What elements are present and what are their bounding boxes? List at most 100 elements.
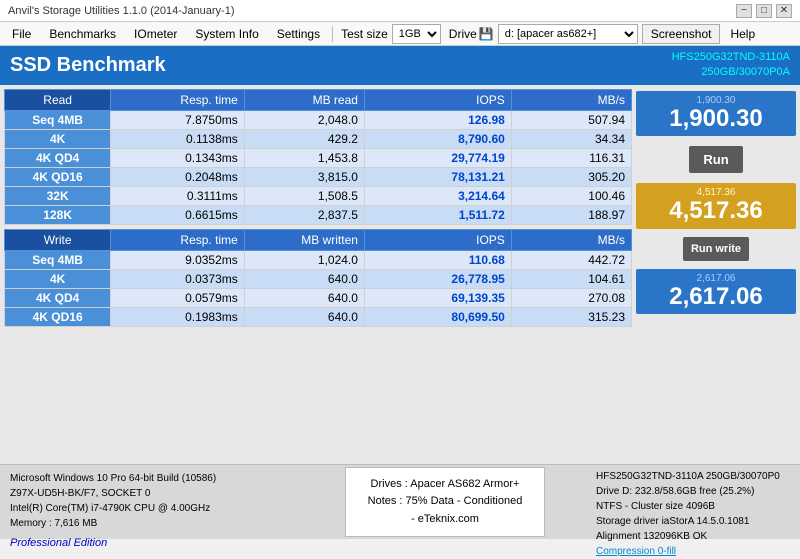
read-header-mb: MB read [244,89,364,110]
write-row-mb: 640.0 [244,269,364,288]
right-line1: HFS250G32TND-3110A 250GB/30070P0 [596,469,794,484]
app-header-title: SSD Benchmark [10,54,166,77]
read-header-iops: IOPS [364,89,511,110]
menu-iometer[interactable]: IOmeter [126,25,185,43]
run-button[interactable]: Run [689,146,742,173]
read-table-row: 32K 0.3111ms 1,508.5 3,214.64 100.46 [5,186,632,205]
drives-line1: Drives : Apacer AS682 Armor+ [360,476,530,494]
bottom-left: Microsoft Windows 10 Pro 64-bit Build (1… [0,465,300,539]
main-content: SSD Benchmark HFS250G32TND-3110A 250GB/3… [0,46,800,539]
menu-bar: File Benchmarks IOmeter System Info Sett… [0,22,800,46]
read-table: Read Resp. time MB read IOPS MB/s Seq 4M… [4,89,632,225]
read-row-resp: 0.2048ms [111,167,245,186]
read-score-big: 1,900.30 [642,106,790,132]
write-table-row: 4K QD16 0.1983ms 640.0 80,699.50 315.23 [5,307,632,326]
screenshot-button[interactable]: Screenshot [642,24,721,44]
read-row-label: 4K QD16 [5,167,111,186]
sys-line4: Memory : 7,616 MB [10,516,290,531]
write-table-row: 4K QD4 0.0579ms 640.0 69,139.35 270.08 [5,288,632,307]
read-row-mb: 3,815.0 [244,167,364,186]
read-row-mbs: 34.34 [511,129,631,148]
right-line2: Drive D: 232.8/58.6GB free (25.2%) [596,484,794,499]
read-header-resp: Resp. time [111,89,245,110]
read-table-row: 4K QD4 0.1343ms 1,453.8 29,774.19 116.31 [5,148,632,167]
write-row-mbs: 104.61 [511,269,631,288]
window-controls: − □ ✕ [736,4,792,18]
write-row-label: 4K QD4 [5,288,111,307]
minimize-button[interactable]: − [736,4,752,18]
read-row-mbs: 507.94 [511,110,631,129]
read-row-resp: 0.6615ms [111,205,245,224]
drive-icon: 💾 [479,27,494,41]
read-row-resp: 0.3111ms [111,186,245,205]
run-write-row: Run write [636,235,796,263]
read-header-mbs: MB/s [511,89,631,110]
write-row-label: Seq 4MB [5,250,111,269]
menu-settings[interactable]: Settings [269,25,328,43]
total-score-box: 4,517.36 4,517.36 [636,183,796,228]
read-table-row: 128K 0.6615ms 2,837.5 1,511.72 188.97 [5,205,632,224]
read-row-label: 128K [5,205,111,224]
read-row-resp: 0.1343ms [111,148,245,167]
write-score-small: 2,617.06 [642,273,790,284]
write-row-label: 4K [5,269,111,288]
read-row-iops: 126.98 [364,110,511,129]
menu-file[interactable]: File [4,25,39,43]
read-row-mb: 429.2 [244,129,364,148]
maximize-button[interactable]: □ [756,4,772,18]
right-line6: Compression 0-fill [596,544,794,559]
menu-help[interactable]: Help [722,25,763,43]
drives-line2: Notes : 75% Data - Conditioned [360,493,530,511]
sys-line2: Z97X-UD5H-BK/F7, SOCKET 0 [10,486,290,501]
write-row-mb: 640.0 [244,288,364,307]
content-area: Read Resp. time MB read IOPS MB/s Seq 4M… [0,85,800,464]
read-row-label: 4K [5,129,111,148]
read-row-mbs: 305.20 [511,167,631,186]
write-header-mbs: MB/s [511,229,631,250]
read-row-iops: 78,131.21 [364,167,511,186]
read-row-iops: 8,790.60 [364,129,511,148]
testsize-select[interactable]: 1GB [392,24,441,44]
drive-line2: 250GB/30070P0A [672,65,790,80]
write-row-mbs: 270.08 [511,288,631,307]
table-area: Read Resp. time MB read IOPS MB/s Seq 4M… [4,89,632,460]
right-panel: 1,900.30 1,900.30 Run 4,517.36 4,517.36 … [636,89,796,460]
read-row-mbs: 100.46 [511,186,631,205]
write-score-box: 2,617.06 2,617.06 [636,269,796,314]
write-row-resp: 0.0579ms [111,288,245,307]
write-header-mb: MB written [244,229,364,250]
read-row-label: 32K [5,186,111,205]
write-row-mb: 640.0 [244,307,364,326]
read-row-iops: 3,214.64 [364,186,511,205]
read-row-resp: 0.1138ms [111,129,245,148]
sys-line3: Intel(R) Core(TM) i7-4790K CPU @ 4.00GHz [10,501,290,516]
read-table-row: 4K QD16 0.2048ms 3,815.0 78,131.21 305.2… [5,167,632,186]
read-table-row: 4K 0.1138ms 429.2 8,790.60 34.34 [5,129,632,148]
right-line3: NTFS - Cluster size 4096B [596,499,794,514]
right-line5: Alignment 132096KB OK [596,529,794,544]
title-bar: Anvil's Storage Utilities 1.1.0 (2014-Ja… [0,0,800,22]
read-row-label: Seq 4MB [5,110,111,129]
write-row-resp: 9.0352ms [111,250,245,269]
write-header-iops: IOPS [364,229,511,250]
compression-link[interactable]: Compression 0-fill [596,546,676,557]
read-row-mbs: 116.31 [511,148,631,167]
sys-line1: Microsoft Windows 10 Pro 64-bit Build (1… [10,471,290,486]
drive-select[interactable]: d: [apacer as682+] [498,24,638,44]
drive-line1: HFS250G32TND-3110A [672,50,790,65]
bottom-right: HFS250G32TND-3110A 250GB/30070P0 Drive D… [590,465,800,539]
close-button[interactable]: ✕ [776,4,792,18]
menu-sysinfo[interactable]: System Info [187,25,266,43]
write-row-iops: 26,778.95 [364,269,511,288]
drives-line3: - eTeknix.com [360,511,530,529]
write-row-mb: 1,024.0 [244,250,364,269]
bottom-area: Microsoft Windows 10 Pro 64-bit Build (1… [0,464,800,539]
read-row-label: 4K QD4 [5,148,111,167]
drive-label: Drive [449,27,477,41]
drives-box: Drives : Apacer AS682 Armor+ Notes : 75%… [345,467,545,538]
menu-benchmarks[interactable]: Benchmarks [41,25,124,43]
run-write-button[interactable]: Run write [683,237,749,261]
read-score-box: 1,900.30 1,900.30 [636,91,796,136]
read-row-mb: 1,453.8 [244,148,364,167]
read-table-row: Seq 4MB 7.8750ms 2,048.0 126.98 507.94 [5,110,632,129]
